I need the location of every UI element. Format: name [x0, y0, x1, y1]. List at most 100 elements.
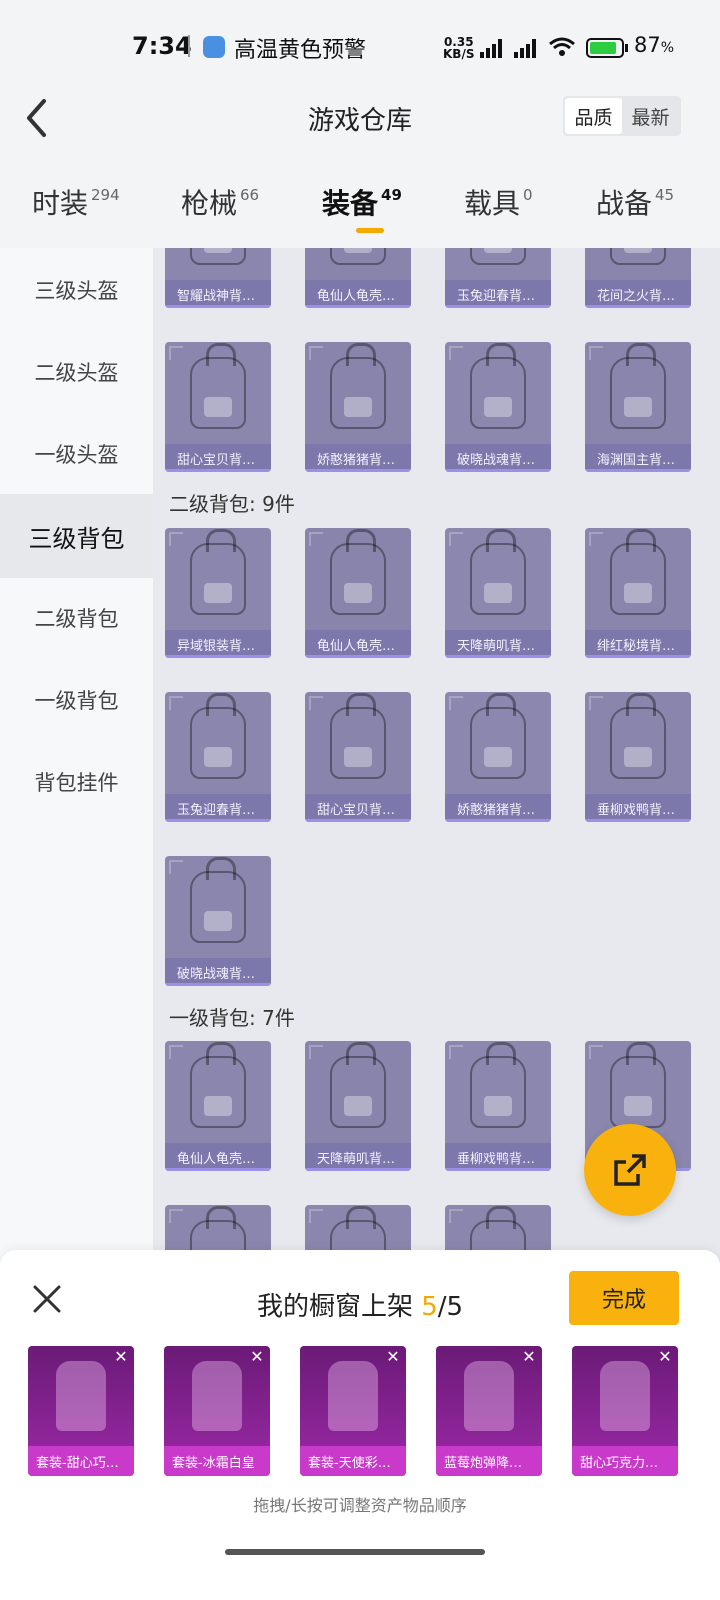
remove-icon[interactable]: ✕ — [384, 1348, 402, 1366]
remove-icon[interactable]: ✕ — [112, 1348, 130, 1366]
item-card[interactable]: 花间之火背… — [585, 248, 691, 308]
remove-icon[interactable]: ✕ — [248, 1348, 266, 1366]
item-figure — [192, 1361, 242, 1431]
item-figure — [600, 1361, 650, 1431]
battery-percent: 87% — [634, 33, 674, 57]
item-card[interactable]: 海渊国主背… — [585, 342, 691, 472]
item-figure — [464, 1361, 514, 1431]
item-card[interactable]: 甜心宝贝背… — [305, 692, 411, 822]
item-name: 玉兔迎春背… — [445, 280, 551, 308]
item-name: 垂柳戏鸭背… — [585, 794, 691, 822]
sort-quality-button[interactable]: 品质 — [565, 98, 622, 134]
sidebar-item-level2-backpack[interactable]: 二级背包 — [0, 576, 153, 660]
share-icon — [614, 1154, 646, 1186]
backpack-icon — [470, 343, 526, 429]
item-name: 甜心宝贝背… — [165, 444, 271, 472]
item-name: 娇憨猪猪背… — [445, 794, 551, 822]
reorder-hint: 拖拽/长按可调整资产物品顺序 — [253, 1496, 467, 1515]
card-underline — [165, 469, 271, 472]
sidebar-item-level3-helmet[interactable]: 三级头盔 — [0, 248, 153, 332]
backpack-image — [165, 528, 271, 630]
sidebar-item-level3-backpack[interactable]: 三级背包 — [0, 494, 153, 578]
item-card[interactable]: 龟仙人龟壳… — [305, 528, 411, 658]
item-figure — [328, 1361, 378, 1431]
item-grid: 智耀战神背… 龟仙人龟壳… 玉兔迎春背… 花间之火背… 甜心宝贝背… 娇憨猪猪背… 破晓战魂… — [153, 248, 720, 1268]
card-underline — [305, 469, 411, 472]
backpack-image — [585, 528, 691, 630]
item-card[interactable]: 垂柳戏鸭背… — [585, 692, 691, 822]
sidebar: 三级头盔 二级头盔 一级头盔 三级背包 二级背包 一级背包 背包挂件 — [0, 248, 153, 1268]
card-underline — [445, 305, 551, 308]
backpack-icon — [610, 1042, 666, 1128]
sort-toggle: 品质 最新 — [563, 96, 681, 136]
item-card[interactable]: 绯红秘境背… — [585, 528, 691, 658]
showcase-item[interactable]: ✕ 甜心巧克力… — [572, 1346, 678, 1476]
tab-count: 49 — [381, 186, 402, 204]
backpack-icon — [610, 248, 666, 265]
backpack-image — [445, 342, 551, 444]
backpack-icon — [190, 857, 246, 943]
done-button[interactable]: 完成 — [569, 1271, 679, 1325]
card-underline — [165, 819, 271, 822]
backpack-image — [585, 692, 691, 794]
backpack-image — [445, 1041, 551, 1143]
showcase-item[interactable]: ✕ 套装-冰霜白皇 — [164, 1346, 270, 1476]
status-time: 7:34 — [132, 32, 192, 60]
section-title: 一级背包: 7件 — [169, 1006, 295, 1030]
item-card[interactable]: 智耀战神背… — [165, 248, 271, 308]
home-indicator[interactable] — [225, 1549, 485, 1555]
item-name: 异域银装背… — [165, 630, 271, 658]
backpack-icon — [470, 529, 526, 615]
backpack-image — [165, 342, 271, 444]
item-name: 套装-甜心巧… — [28, 1446, 134, 1476]
sort-latest-button[interactable]: 最新 — [622, 98, 679, 134]
item-card[interactable]: 垂柳戏鸭背… — [445, 1041, 551, 1171]
card-underline — [445, 819, 551, 822]
item-card[interactable]: 异域银装背… — [165, 528, 271, 658]
backpack-icon — [330, 343, 386, 429]
tab-count: 0 — [523, 186, 533, 204]
item-card[interactable]: 甜心宝贝背… — [165, 342, 271, 472]
backpack-icon — [470, 248, 526, 265]
item-card[interactable]: 天降萌叽背… — [305, 1041, 411, 1171]
item-card[interactable]: 天降萌叽背… — [445, 528, 551, 658]
item-card[interactable]: 娇憨猪猪背… — [445, 692, 551, 822]
sidebar-item-backpack-charm[interactable]: 背包挂件 — [0, 740, 153, 824]
item-card[interactable]: 龟仙人龟壳… — [165, 1041, 271, 1171]
card-underline — [305, 655, 411, 658]
item-name: 破晓战魂背… — [445, 444, 551, 472]
section-title: 二级背包: 9件 — [169, 492, 295, 516]
tab-guns[interactable]: 枪械 66 — [181, 182, 259, 222]
sidebar-item-level1-helmet[interactable]: 一级头盔 — [0, 412, 153, 496]
tab-vehicles[interactable]: 载具 0 — [464, 182, 533, 222]
tab-equipment[interactable]: 装备 49 — [322, 182, 402, 222]
item-card[interactable]: 玉兔迎春背… — [165, 692, 271, 822]
backpack-image — [305, 692, 411, 794]
card-underline — [165, 305, 271, 308]
remove-icon[interactable]: ✕ — [520, 1348, 538, 1366]
item-card[interactable]: 龟仙人龟壳… — [305, 248, 411, 308]
item-card[interactable]: 玉兔迎春背… — [445, 248, 551, 308]
card-underline — [305, 305, 411, 308]
showcase-title-prefix: 我的橱窗上架 — [256, 1292, 422, 1322]
showcase-current-count: 5 — [421, 1292, 438, 1322]
tab-fashion[interactable]: 时装 294 — [32, 182, 120, 222]
showcase-item[interactable]: ✕ 蓝莓炮弹降… — [436, 1346, 542, 1476]
item-card[interactable]: 破晓战魂背… — [165, 856, 271, 986]
showcase-item[interactable]: ✕ 套装-天使彩… — [300, 1346, 406, 1476]
showcase-item[interactable]: ✕ 套装-甜心巧… — [28, 1346, 134, 1476]
item-card[interactable]: 破晓战魂背… — [445, 342, 551, 472]
backpack-image — [165, 692, 271, 794]
sidebar-item-level2-helmet[interactable]: 二级头盔 — [0, 330, 153, 414]
sidebar-item-level1-backpack[interactable]: 一级背包 — [0, 658, 153, 742]
tab-label: 枪械 — [181, 187, 238, 220]
share-button[interactable] — [584, 1124, 676, 1216]
tab-supplies[interactable]: 战备 45 — [596, 182, 674, 222]
item-name: 蓝莓炮弹降… — [436, 1446, 542, 1476]
item-name: 龟仙人龟壳… — [305, 630, 411, 658]
remove-icon[interactable]: ✕ — [656, 1348, 674, 1366]
backpack-image — [305, 342, 411, 444]
card-underline — [445, 1168, 551, 1171]
item-card[interactable]: 娇憨猪猪背… — [305, 342, 411, 472]
backpack-icon — [190, 1042, 246, 1128]
